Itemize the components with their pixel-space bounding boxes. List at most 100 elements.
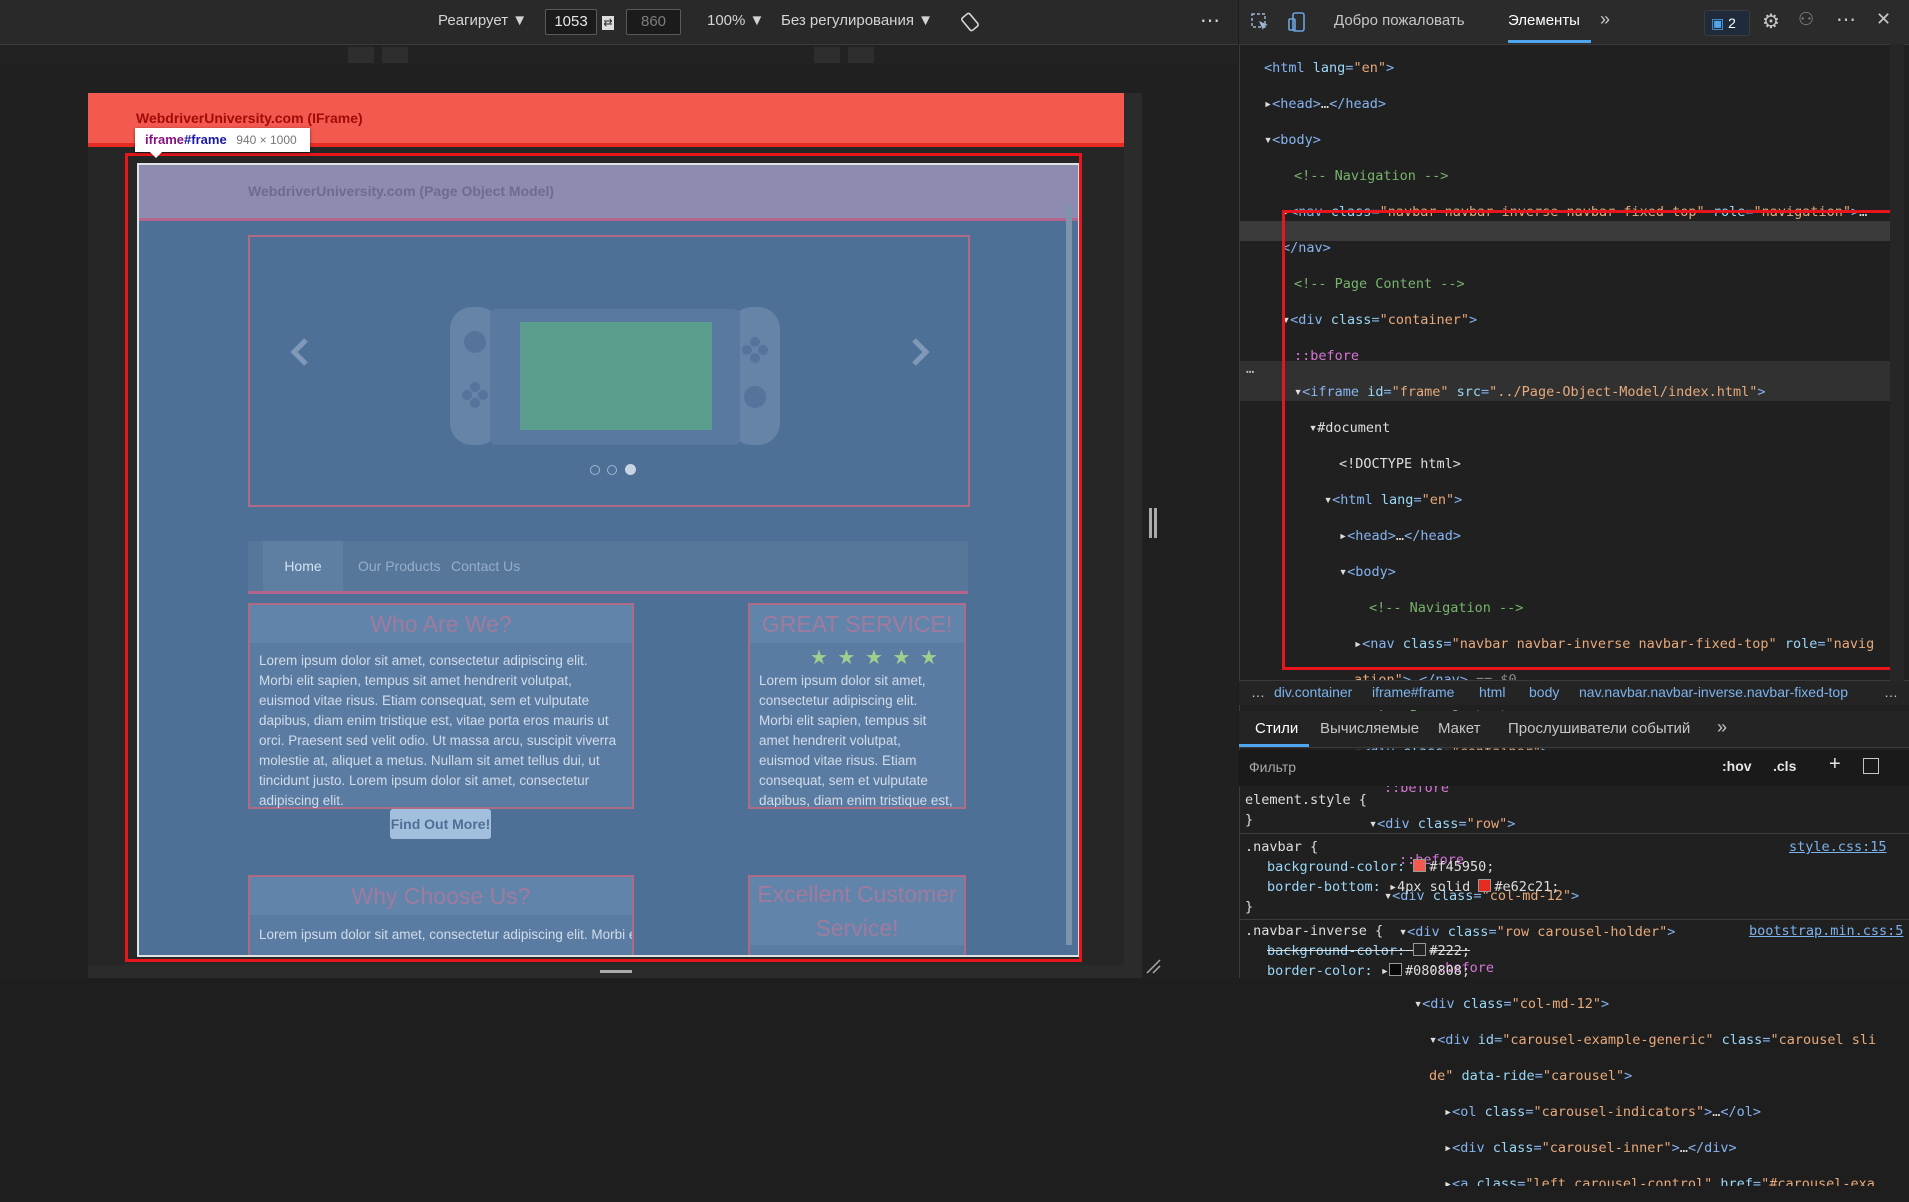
- media-query-segment[interactable]: [382, 47, 408, 63]
- property-value: #222;: [1429, 943, 1470, 959]
- dom-highlight-box: [1282, 210, 1895, 670]
- throttling-select[interactable]: Без регулирования ▼: [781, 12, 933, 29]
- breadcrumb-item[interactable]: html: [1479, 684, 1505, 700]
- dropdown-arrow-icon: ▼: [749, 12, 765, 29]
- zoom-select[interactable]: 100% ▼: [707, 12, 764, 29]
- breadcrumb-item[interactable]: iframe#frame: [1372, 684, 1454, 700]
- property-name: background-color:: [1267, 943, 1406, 959]
- active-subtab-indicator: [1239, 744, 1309, 747]
- dom-node[interactable]: ▾<div class="col-md-12">: [1264, 994, 1876, 1014]
- property-value: #e62c21;: [1494, 879, 1560, 895]
- source-link[interactable]: bootstrap.min.css:5: [1749, 923, 1903, 939]
- dom-node[interactable]: ▸<div class="carousel-inner">…</div>: [1264, 1138, 1876, 1158]
- add-style-rule-icon[interactable]: +: [1829, 753, 1841, 776]
- inspect-element-icon[interactable]: [1250, 12, 1270, 37]
- color-swatch-icon[interactable]: [1478, 879, 1492, 892]
- issues-icon: ▣: [1711, 15, 1725, 31]
- rule-declaration[interactable]: border-color: ▸ #080808;: [1245, 961, 1470, 981]
- dom-line-menu-icon[interactable]: ⋯: [1246, 364, 1254, 380]
- resize-handle-bottom[interactable]: [600, 970, 632, 973]
- tab-event-listeners[interactable]: Прослушиватели событий: [1508, 720, 1690, 737]
- rule-declaration[interactable]: background-color: #f45950;: [1245, 857, 1559, 877]
- iframe-highlight-box: [125, 153, 1082, 962]
- property-value: 4px solid: [1397, 879, 1471, 895]
- expand-arrow-icon[interactable]: ▸: [1389, 879, 1397, 895]
- dom-scrollbar[interactable]: [1890, 44, 1904, 684]
- rule-selector[interactable]: .navbar {: [1245, 837, 1559, 857]
- tab-computed[interactable]: Вычисляемые: [1320, 720, 1419, 737]
- dom-node[interactable]: ▾<body>: [1264, 130, 1876, 150]
- hov-button[interactable]: :hov: [1722, 758, 1752, 774]
- dom-node[interactable]: ▾<div id="carousel-example-generic" clas…: [1264, 1030, 1876, 1050]
- dom-node[interactable]: de" data-ride="carousel">: [1264, 1066, 1876, 1086]
- breadcrumb-overflow[interactable]: …: [1884, 684, 1898, 700]
- styles-filter-bar: Фильтр :hov .cls +: [1239, 750, 1909, 786]
- remote-devices-icon[interactable]: ⚇: [1798, 9, 1814, 30]
- swap-dimensions-icon[interactable]: ⇄: [602, 16, 614, 30]
- resize-corner-icon[interactable]: [1145, 958, 1161, 979]
- breadcrumb-overflow[interactable]: …: [1251, 684, 1265, 700]
- issues-count: 2: [1728, 15, 1736, 31]
- tab-elements[interactable]: Элементы: [1508, 12, 1580, 29]
- settings-gear-icon[interactable]: ⚙: [1762, 9, 1780, 34]
- more-tabs-icon[interactable]: »: [1600, 9, 1610, 30]
- more-options-icon[interactable]: ⋯: [1200, 8, 1220, 33]
- dom-node[interactable]: ▸<ol class="carousel-indicators">…</ol>: [1264, 1102, 1876, 1122]
- breadcrumb-item[interactable]: nav.navbar.navbar-inverse.navbar-fixed-t…: [1579, 684, 1848, 700]
- property-name: background-color:: [1267, 859, 1406, 875]
- toggle-sidebar-icon[interactable]: [1863, 758, 1879, 774]
- width-input[interactable]: 1053: [545, 9, 597, 35]
- tooltip-id: #frame: [184, 132, 227, 147]
- resize-handle-right[interactable]: [1149, 508, 1152, 538]
- dom-node[interactable]: ▸<a class="left carousel-control" href="…: [1264, 1174, 1876, 1186]
- dom-node[interactable]: <html lang="en">: [1264, 58, 1876, 78]
- device-select[interactable]: Реагирует ▼: [438, 12, 527, 29]
- tab-welcome[interactable]: Добро пожаловать: [1334, 12, 1465, 29]
- dom-node[interactable]: ▸<head>…</head>: [1264, 94, 1876, 114]
- throttling-label: Без регулирования: [781, 12, 914, 29]
- issues-button[interactable]: ▣ 2: [1704, 10, 1750, 36]
- rotate-icon[interactable]: [960, 12, 980, 37]
- media-query-segment[interactable]: [848, 47, 874, 63]
- tooltip-size: 940 × 1000: [236, 133, 297, 147]
- dropdown-arrow-icon: ▼: [918, 12, 934, 29]
- rule-selector[interactable]: element.style {: [1245, 790, 1367, 810]
- dom-node[interactable]: <!-- Navigation -->: [1264, 166, 1876, 186]
- color-swatch-icon[interactable]: [1413, 859, 1427, 872]
- source-link[interactable]: style.css:15: [1789, 839, 1887, 855]
- outer-brand[interactable]: WebdriverUniversity.com (IFrame): [136, 110, 363, 126]
- rule-close: }: [1245, 812, 1254, 828]
- expand-arrow-icon[interactable]: ▸: [1381, 963, 1389, 979]
- element-tooltip: iframe#frame 940 × 1000: [135, 128, 310, 152]
- style-rule-navbar-inverse: .navbar-inverse { background-color: #222…: [1245, 921, 1470, 981]
- breadcrumb-item[interactable]: div.container: [1274, 684, 1352, 700]
- cls-button[interactable]: .cls: [1773, 758, 1796, 774]
- media-query-segment[interactable]: [814, 47, 840, 63]
- color-swatch-icon[interactable]: [1388, 963, 1402, 976]
- device-label: Реагирует: [438, 12, 509, 29]
- tooltip-arrow-icon: [150, 152, 162, 158]
- rule-declaration[interactable]: border-bottom: ▸4px solid #e62c21;: [1245, 877, 1559, 897]
- property-value: #080808;: [1404, 963, 1470, 979]
- property-name: border-color:: [1267, 963, 1373, 979]
- style-rule-element: element.style { }: [1245, 790, 1367, 830]
- close-devtools-icon[interactable]: ✕: [1876, 9, 1891, 30]
- zoom-label: 100%: [707, 12, 746, 29]
- device-toggle-icon[interactable]: [1287, 12, 1307, 37]
- breadcrumb-item[interactable]: body: [1529, 684, 1559, 700]
- rule-declaration-overridden[interactable]: background-color: #222;: [1245, 941, 1470, 961]
- breadcrumb: … div.container iframe#frame html body n…: [1239, 680, 1909, 705]
- rule-selector[interactable]: .navbar-inverse {: [1245, 921, 1470, 941]
- style-rule-navbar: .navbar { background-color: #f45950; bor…: [1245, 837, 1559, 917]
- tab-layout[interactable]: Макет: [1438, 720, 1480, 737]
- media-query-segment[interactable]: [348, 47, 374, 63]
- color-swatch-icon[interactable]: [1413, 943, 1427, 956]
- property-name: border-bottom:: [1267, 879, 1381, 895]
- tooltip-tag: iframe: [145, 132, 185, 147]
- customize-menu-icon[interactable]: ⋯: [1836, 7, 1856, 32]
- styles-filter-input[interactable]: Фильтр: [1243, 753, 1715, 781]
- more-subtabs-icon[interactable]: »: [1717, 717, 1727, 738]
- height-input[interactable]: 860: [626, 9, 681, 35]
- tab-styles[interactable]: Стили: [1255, 720, 1298, 737]
- divider: [1239, 919, 1909, 920]
